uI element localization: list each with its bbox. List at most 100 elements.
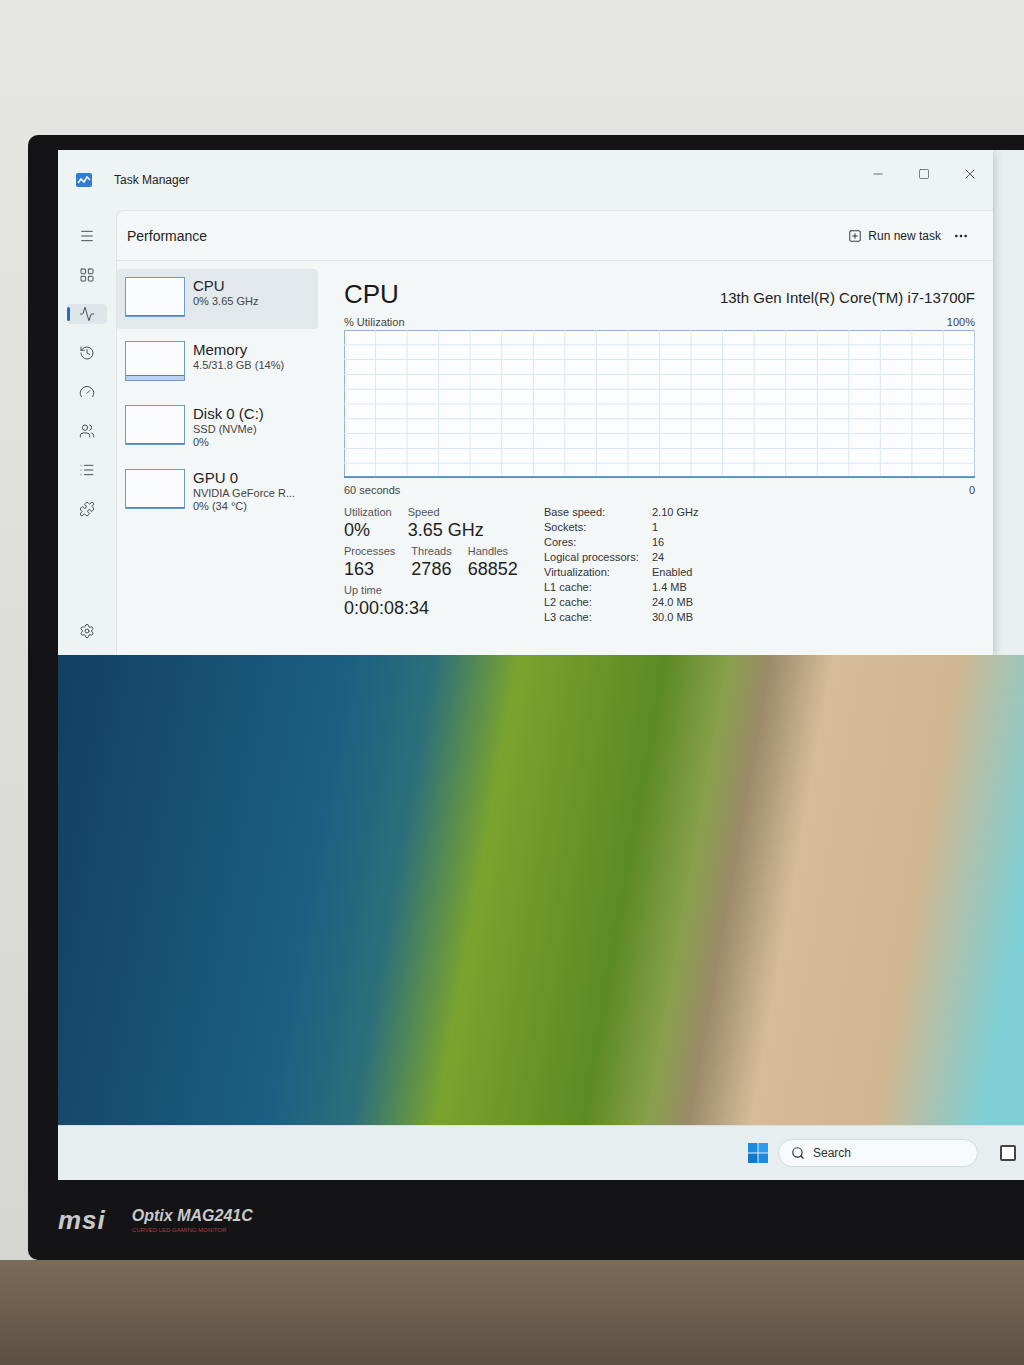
screen: Task ManagerPerformanceRun new taskCPU0%… xyxy=(58,150,1024,1180)
spec-label: Logical processors: xyxy=(544,551,652,563)
device-thumbnail xyxy=(125,277,185,317)
monitor-model-block: Optix MAG241C CURVED LED GAMING MONITOR xyxy=(132,1207,253,1233)
device-text: Memory4.5/31.8 GB (14%) xyxy=(193,341,284,371)
device-text: GPU 0NVIDIA GeForce R...0% (34 °C) xyxy=(193,469,295,512)
nav-icon xyxy=(79,501,95,517)
stat-label: Handles xyxy=(468,545,518,557)
nav-rail-item[interactable] xyxy=(67,382,107,402)
stat-value: 163 xyxy=(344,559,395,580)
spec-value: 30.0 MB xyxy=(652,611,698,623)
thumbnail-fill xyxy=(126,507,184,508)
spec-label: Sockets: xyxy=(544,521,652,533)
minimize-button[interactable] xyxy=(855,160,901,188)
taskbar: Search xyxy=(58,1125,1024,1180)
nav-icon xyxy=(79,423,95,439)
time-span: 60 seconds xyxy=(344,484,400,496)
device-detail: NVIDIA GeForce R... xyxy=(193,487,295,499)
nav-rail-item[interactable] xyxy=(67,421,107,441)
axis-top: % Utilization100% xyxy=(344,316,975,328)
stat: Up time0:00:08:34 xyxy=(344,584,429,619)
nav-rail-item[interactable] xyxy=(67,343,107,363)
device-item[interactable]: Disk 0 (C:)SSD (NVMe)0% xyxy=(117,397,318,457)
task-view-icon[interactable] xyxy=(1000,1145,1016,1161)
windows-start-icon[interactable] xyxy=(748,1143,768,1163)
task-manager-window: Task ManagerPerformanceRun new taskCPU0%… xyxy=(58,150,993,655)
cpu-title-row: CPU 13th Gen Intel(R) Core(TM) i7-13700F xyxy=(344,279,975,310)
device-detail: 0% 3.65 GHz xyxy=(193,295,258,307)
window-body: PerformanceRun new taskCPU0% 3.65 GHzMem… xyxy=(58,210,993,655)
cpu-model: 13th Gen Intel(R) Core(TM) i7-13700F xyxy=(720,289,975,306)
more-button[interactable] xyxy=(947,224,975,248)
nav-icon xyxy=(79,228,95,244)
device-name: Memory xyxy=(193,341,284,358)
maximize-icon xyxy=(918,168,930,180)
cpu-title: CPU xyxy=(344,279,399,310)
stat-row: Processes163Threads2786Handles68852 xyxy=(344,545,534,580)
stat-value: 3.65 GHz xyxy=(408,520,484,541)
title-bar: Task Manager xyxy=(58,150,993,210)
spec-label: Virtualization: xyxy=(544,566,652,578)
monitor: Task ManagerPerformanceRun new taskCPU0%… xyxy=(28,135,1024,1260)
spec-label: L1 cache: xyxy=(544,581,652,593)
device-item[interactable]: GPU 0NVIDIA GeForce R...0% (34 °C) xyxy=(117,461,318,521)
thumbnail-fill xyxy=(126,443,184,444)
spec-value: 24 xyxy=(652,551,698,563)
performance-panels: CPU0% 3.65 GHzMemory4.5/31.8 GB (14%)Dis… xyxy=(117,261,993,655)
taskbar-search[interactable]: Search xyxy=(778,1139,978,1167)
run-task-icon xyxy=(848,229,862,243)
maximize-button[interactable] xyxy=(901,160,947,188)
device-name: CPU xyxy=(193,277,258,294)
device-text: CPU0% 3.65 GHz xyxy=(193,277,258,307)
device-list: CPU0% 3.65 GHz Memory4.5/31.8 GB (14%) Dis… xyxy=(117,261,322,655)
stat-label: Processes xyxy=(344,545,395,557)
monitor-brand: msi xyxy=(58,1205,106,1236)
nav-rail-item[interactable] xyxy=(67,304,107,324)
device-name: GPU 0 xyxy=(193,469,295,486)
nav-icon xyxy=(79,267,95,283)
stat-value: 0% xyxy=(344,520,392,541)
cpu-detail: CPU 13th Gen Intel(R) Core(TM) i7-13700F%… xyxy=(322,261,993,655)
live-stats: Utilization0%Speed3.65 GHzProcesses163Th… xyxy=(344,506,534,623)
content: PerformanceRun new taskCPU0% 3.65 GHzMem… xyxy=(116,210,993,655)
close-button[interactable] xyxy=(947,160,993,188)
axis-bottom: 60 seconds 0 xyxy=(344,484,975,496)
nav-rail-item[interactable] xyxy=(67,265,107,285)
spec-label: L3 cache: xyxy=(544,611,652,623)
more-icon xyxy=(953,228,969,244)
device-name: Disk 0 (C:) xyxy=(193,405,264,422)
desk xyxy=(0,1260,1024,1365)
settings-button[interactable] xyxy=(67,621,107,641)
stat-row: Utilization0% Speed 3.65 GHz xyxy=(344,506,534,541)
device-detail: 4.5/31.8 GB (14%) xyxy=(193,359,284,371)
device-detail: 0% xyxy=(193,436,264,448)
search-icon xyxy=(791,1146,805,1160)
nav-rail-item[interactable] xyxy=(67,226,107,246)
minimize-icon xyxy=(871,167,885,181)
spec-value: 1.4 MB xyxy=(652,581,698,593)
device-item[interactable]: Memory4.5/31.8 GB (14%) xyxy=(117,333,318,393)
device-item[interactable]: CPU0% 3.65 GHz xyxy=(117,269,318,329)
monitor-tagline: CURVED LED GAMING MONITOR xyxy=(132,1227,253,1233)
device-detail: SSD (NVMe) xyxy=(193,423,264,435)
device-thumbnail xyxy=(125,341,185,381)
axis-min: 0 xyxy=(969,484,975,496)
nav-icon xyxy=(79,345,95,361)
stat: Handles68852 xyxy=(468,545,518,580)
stat-row: Up time0:00:08:34 xyxy=(344,584,534,619)
stat-label: Speed xyxy=(408,506,484,518)
nav-rail-item[interactable] xyxy=(67,499,107,519)
thumbnail-fill xyxy=(126,375,184,380)
spec-value: 2.10 GHz xyxy=(652,506,698,518)
device-thumbnail xyxy=(125,405,185,445)
monitor-bezel: msi Optix MAG241C CURVED LED GAMING MONITO… xyxy=(58,1180,1024,1260)
task-manager-icon xyxy=(76,173,92,187)
device-detail: 0% (34 °C) xyxy=(193,500,295,512)
nav-icon xyxy=(79,462,95,478)
spec-label: L2 cache: xyxy=(544,596,652,608)
stat: Utilization0% xyxy=(344,506,392,541)
nav-rail-item[interactable] xyxy=(67,460,107,480)
gear-icon xyxy=(79,623,95,639)
axis-max: 100% xyxy=(947,316,975,328)
run-new-task-button[interactable]: Run new task xyxy=(842,225,947,247)
monitor-model: Optix MAG241C xyxy=(132,1207,253,1225)
